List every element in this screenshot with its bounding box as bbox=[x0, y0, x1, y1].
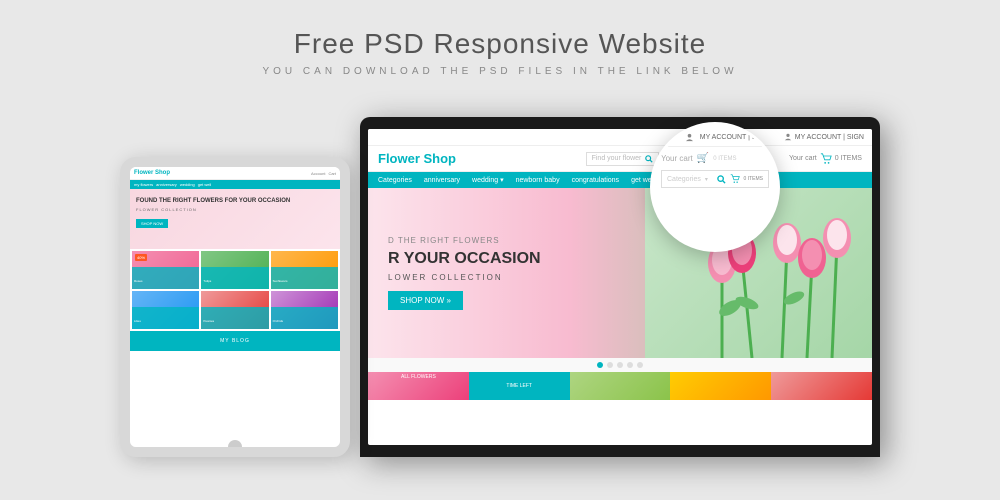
tablet-shop-now-button[interactable]: SHOP NOW bbox=[136, 219, 168, 228]
monitor-menu: Categories anniversary wedding ▾ newborn… bbox=[368, 172, 872, 188]
tablet-bottom-label: MY BLOG bbox=[220, 338, 250, 344]
tablet-grid-label-2: Tulips bbox=[203, 279, 211, 283]
monitor-account-text: MY ACCOUNT | SIGN bbox=[795, 134, 864, 141]
zoom-cart-items: 0 ITEMS bbox=[713, 156, 736, 162]
monitor-search-placeholder: Find your flower bbox=[592, 155, 642, 162]
tablet-grid-item-6: Orchids bbox=[271, 291, 338, 329]
cart-icon bbox=[820, 153, 832, 165]
strip-orange-label bbox=[670, 372, 771, 376]
tablet-grid-item-2: Tulips bbox=[201, 251, 268, 289]
monitor-cart-items: 0 ITEMS bbox=[835, 155, 862, 162]
carousel-dot-4[interactable] bbox=[627, 362, 633, 368]
carousel-dot-5[interactable] bbox=[637, 362, 643, 368]
zoom-categories-label: Categories bbox=[667, 176, 701, 183]
tablet-grid-label-6: Orchids bbox=[273, 319, 283, 323]
zoom-search-bar[interactable]: Categories ▾ 0 ITEMS bbox=[661, 170, 769, 188]
tablet-nav: Flower Shop Account Cart bbox=[130, 167, 340, 180]
tablet-grid-item-5: Peonies bbox=[201, 291, 268, 329]
carousel-dot-1[interactable] bbox=[597, 362, 603, 368]
tablet-home-button bbox=[228, 440, 242, 454]
zoom-cart-icon: 🛒 bbox=[697, 153, 709, 164]
monitor-hero-content: D THE RIGHT FLOWERS R YOUR OCCASION LOWE… bbox=[368, 216, 645, 331]
monitor-carousel-dots bbox=[368, 358, 872, 372]
zoom-search-icon bbox=[717, 175, 726, 184]
monitor-categories[interactable]: Categories bbox=[378, 177, 412, 184]
monitor-logo: Flower Shop bbox=[378, 151, 456, 166]
zoom-topbar: MY ACCOUNT | SIGN bbox=[661, 133, 769, 147]
strip-green-label bbox=[570, 372, 671, 376]
tablet-grid-label-4: Lilies bbox=[134, 319, 141, 323]
tablet-nav-cart: Cart bbox=[328, 171, 336, 176]
zoom-items-label: 0 ITEMS bbox=[744, 176, 763, 182]
tablet-grid-label-3: Sunflowers bbox=[273, 279, 288, 283]
monitor-cart: Your cart 0 ITEMS bbox=[789, 153, 862, 165]
tablet-nav-right: Account Cart bbox=[311, 171, 336, 176]
monitor-menu-wedding[interactable]: wedding ▾ bbox=[472, 176, 504, 184]
carousel-dot-2[interactable] bbox=[607, 362, 613, 368]
monitor-nav: Flower Shop Find your flower Your cart bbox=[368, 146, 872, 172]
monitor-menu-newborn[interactable]: newborn baby bbox=[516, 177, 560, 184]
strip-item-4 bbox=[670, 372, 771, 400]
tablet-menu-item-3: wedding bbox=[180, 182, 195, 187]
monitor-hero-sub: LOWER COLLECTION bbox=[388, 273, 625, 282]
tablet-grid-item-4: Lilies bbox=[132, 291, 199, 329]
tablet-hero: FOUND THE RIGHT FLOWERS FOR YOUR OCCASIO… bbox=[130, 189, 340, 249]
search-icon bbox=[645, 155, 653, 163]
tablet-hero-text: FOUND THE RIGHT FLOWERS FOR YOUR OCCASIO… bbox=[136, 197, 334, 205]
zoom-content: MY ACCOUNT | SIGN Your cart 🛒 0 ITEMS Ca… bbox=[653, 125, 777, 249]
strip-all-flowers-label: ALL FLOWERS bbox=[368, 372, 469, 382]
carousel-dot-3[interactable] bbox=[617, 362, 623, 368]
tablet-hero-sub: FLOWER COLLECTION bbox=[136, 207, 334, 212]
zoom-dropdown-arrow: ▾ bbox=[705, 176, 713, 183]
strip-item-5 bbox=[771, 372, 872, 400]
zoom-cart-svg-icon bbox=[730, 174, 740, 184]
strip-item-3 bbox=[570, 372, 671, 400]
strip-all-flowers: ALL FLOWERS bbox=[368, 372, 469, 400]
monitor-cart-label: Your cart bbox=[789, 155, 817, 162]
tablet-grid-label-1: Roses bbox=[134, 279, 143, 283]
tablet-bottom-bar: MY BLOG bbox=[130, 331, 340, 351]
tablet-product-grid: 40% Roses Tulips Sunflowers Lilies Peoni… bbox=[130, 249, 340, 331]
monitor-topbar: MY ACCOUNT | SIGN bbox=[368, 129, 872, 146]
tablet-grid-item-1: 40% Roses bbox=[132, 251, 199, 289]
tablet-menu-item-4: get well bbox=[198, 182, 212, 187]
monitor-shop-now-button[interactable]: SHOP NOW » bbox=[388, 291, 463, 310]
zoom-cart-area: Your cart 🛒 0 ITEMS bbox=[661, 151, 769, 166]
tablet-screen: Flower Shop Account Cart my flowers anni… bbox=[130, 167, 340, 447]
monitor-bottom-strip: ALL FLOWERS Time Left bbox=[368, 372, 872, 400]
monitor-screen: MY ACCOUNT | SIGN Flower Shop Find your … bbox=[368, 129, 872, 445]
zoom-cart-label: Your cart bbox=[661, 154, 693, 163]
monitor-hero-eyebrow: D THE RIGHT FLOWERS bbox=[388, 236, 625, 245]
devices-container: Flower Shop Account Cart my flowers anni… bbox=[120, 97, 880, 457]
tablet-device: Flower Shop Account Cart my flowers anni… bbox=[120, 157, 350, 457]
header-section: Free PSD Responsive Website YOU CAN DOWN… bbox=[262, 0, 737, 77]
monitor-search-bar[interactable]: Find your flower bbox=[586, 152, 660, 166]
strip-red-label bbox=[771, 372, 872, 376]
monitor-account: MY ACCOUNT | SIGN bbox=[784, 133, 864, 141]
tablet-nav-account: Account bbox=[311, 171, 325, 176]
monitor-device: MY ACCOUNT | SIGN Flower Shop Find your … bbox=[360, 117, 880, 457]
sub-title: YOU CAN DOWNLOAD THE PSD FILES IN THE LI… bbox=[262, 66, 737, 77]
strip-time-left: Time Left bbox=[469, 372, 570, 400]
tablet-menu-item-1: my flowers bbox=[134, 182, 153, 187]
tablet-menu: my flowers anniversary wedding get well bbox=[130, 180, 340, 189]
monitor-menu-congratulations[interactable]: congratulations bbox=[572, 177, 619, 184]
zoom-user-icon bbox=[685, 133, 694, 142]
strip-time-left-label: Time Left bbox=[504, 381, 534, 391]
tablet-grid-label-5: Peonies bbox=[203, 319, 214, 323]
zoom-circle-overlay: MY ACCOUNT | SIGN Your cart 🛒 0 ITEMS Ca… bbox=[650, 122, 780, 252]
main-title: Free PSD Responsive Website bbox=[262, 28, 737, 60]
monitor-hero-title: R YOUR OCCASION bbox=[388, 249, 625, 270]
monitor-menu-anniversary[interactable]: anniversary bbox=[424, 177, 460, 184]
tablet-sale-badge: 40% bbox=[135, 254, 147, 261]
tablet-menu-item-2: anniversary bbox=[156, 182, 177, 187]
tablet-logo: Flower Shop bbox=[134, 170, 170, 176]
tablet-grid-item-3: Sunflowers bbox=[271, 251, 338, 289]
user-icon bbox=[784, 133, 792, 141]
monitor-hero: D THE RIGHT FLOWERS R YOUR OCCASION LOWE… bbox=[368, 188, 872, 358]
